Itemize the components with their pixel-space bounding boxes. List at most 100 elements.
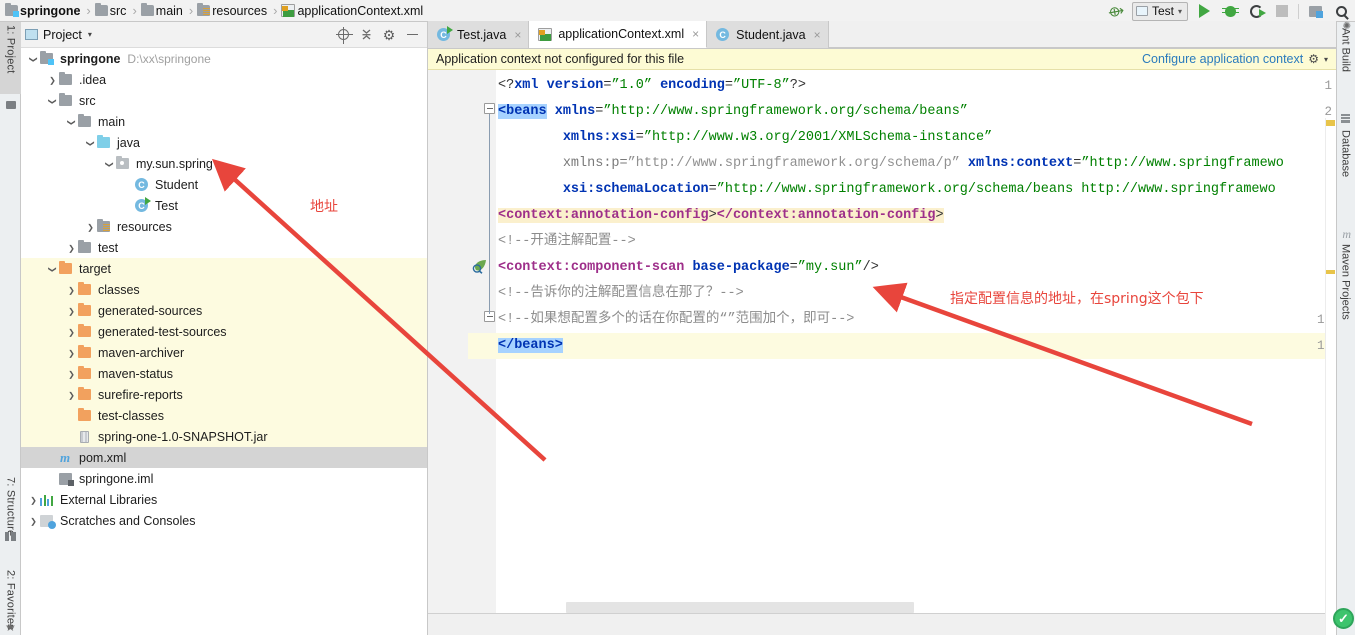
sidebar-item-project[interactable]: 1: Project — [0, 22, 21, 94]
warning-marker[interactable] — [1326, 270, 1335, 274]
code-line-2[interactable]: <beans xmlns=”http://www.springframework… — [498, 99, 968, 125]
breadcrumb-item-springone[interactable]: springone — [4, 0, 83, 22]
code-line-3[interactable]: xmlns:xsi=”http://www.w3.org/2001/XMLSch… — [498, 125, 992, 151]
configure-application-context-link[interactable]: Configure application context — [1142, 52, 1303, 66]
chevron-right-icon[interactable] — [84, 222, 97, 232]
hide-panel-icon[interactable] — [405, 28, 419, 42]
search-everywhere-button[interactable] — [1331, 2, 1351, 20]
chevron-right-icon[interactable] — [46, 75, 59, 85]
horizontal-scrollbar-thumb[interactable] — [566, 602, 914, 613]
chevron-right-icon[interactable] — [65, 327, 78, 337]
tree-node-src[interactable]: src — [21, 90, 427, 111]
tree-node-target[interactable]: target — [21, 258, 427, 279]
debug-button[interactable] — [1220, 2, 1240, 20]
runnable-class-icon: C — [437, 26, 453, 41]
tree-node-external-libraries[interactable]: External Libraries — [21, 489, 427, 510]
run-icon — [1198, 4, 1210, 18]
sidebar-item-ant-build[interactable]: Ant Build — [1336, 28, 1355, 98]
tree-node-my-sun-spring[interactable]: my.sun.spring — [21, 153, 427, 174]
horizontal-scrollbar[interactable] — [496, 602, 1336, 613]
chevron-down-icon[interactable] — [84, 138, 97, 148]
tree-node-maven-archiver[interactable]: maven-archiver — [21, 342, 427, 363]
spring-bean-icon[interactable] — [472, 259, 489, 274]
run-button[interactable] — [1194, 2, 1214, 20]
close-icon[interactable]: × — [514, 28, 521, 42]
inspection-status-badge[interactable]: ✓ — [1333, 608, 1354, 629]
code-line-9[interactable]: <!--告诉你的注解配置信息在那了？--> — [498, 281, 744, 307]
tree-node-scratches-and-consoles[interactable]: Scratches and Consoles — [21, 510, 427, 531]
build-button[interactable]: ⟴ — [1106, 1, 1126, 20]
editor-tab-test-java[interactable]: C Test.java × — [428, 21, 530, 48]
chevron-right-icon[interactable] — [65, 306, 78, 316]
notification-chevron-icon[interactable]: ▾ — [1324, 55, 1328, 64]
code-line-6[interactable]: <context:annotation-config></context:ann… — [498, 203, 944, 229]
code-line-11[interactable]: </beans> — [498, 333, 563, 359]
chevron-down-icon[interactable] — [46, 264, 59, 274]
tree-node-generated-sources[interactable]: generated-sources — [21, 300, 427, 321]
sidebar-item-maven-projects[interactable]: Maven Projects — [1336, 244, 1355, 354]
notification-gear-icon[interactable]: ⚙ — [1308, 52, 1319, 66]
tree-node-test[interactable]: C Test — [21, 195, 427, 216]
chevron-right-icon[interactable] — [27, 516, 40, 526]
sidebar-item-database[interactable]: Database — [1336, 130, 1355, 202]
tree-node-spring-one-1-0-snapshot-jar[interactable]: spring-one-1.0-SNAPSHOT.jar — [21, 426, 427, 447]
breadcrumb-item-main[interactable]: main — [140, 0, 186, 22]
tree-node-springone-iml[interactable]: springone.iml — [21, 468, 427, 489]
chevron-right-icon[interactable] — [27, 495, 40, 505]
tree-node-pom-xml[interactable]: m pom.xml — [21, 447, 427, 468]
code-line-1[interactable]: <?xml version=”1.0” encoding=”UTF-8”?> — [498, 73, 806, 99]
tree-node-test[interactable]: test — [21, 237, 427, 258]
editor-tab-student-java[interactable]: C Student.java × — [707, 21, 829, 48]
breadcrumb-item-resources[interactable]: resources — [196, 0, 270, 22]
editor-tab-applicationcontext-xml[interactable]: applicationContext.xml × — [529, 21, 708, 48]
tree-node-surefire-reports[interactable]: surefire-reports — [21, 384, 427, 405]
tree-node-java[interactable]: java — [21, 132, 427, 153]
locate-icon[interactable] — [335, 27, 353, 44]
chevron-down-icon[interactable] — [103, 159, 116, 169]
close-icon[interactable]: × — [692, 27, 699, 41]
chevron-right-icon[interactable] — [65, 390, 78, 400]
project-tree[interactable]: springone D:\xx\springone .idea srcmain java… — [21, 48, 427, 635]
chevron-down-icon[interactable] — [65, 117, 78, 127]
code-line-5[interactable]: xsi:schemaLocation=”http://www.springfra… — [498, 177, 1276, 203]
code-line-8[interactable]: <context:component-scan base-package=”my… — [498, 255, 879, 281]
run-configuration-selector[interactable]: Test ▾ — [1131, 1, 1188, 21]
chevron-right-icon[interactable] — [65, 285, 78, 295]
chevron-down-icon: ▾ — [1177, 6, 1182, 16]
run-with-coverage-button[interactable] — [1246, 2, 1266, 20]
code-editor[interactable]: 1234567891011 <?xml version=”1.0” encodi… — [428, 70, 1336, 635]
breadcrumb-item-applicationcontext[interactable]: applicationContext.xml — [280, 0, 426, 22]
tree-node-maven-status[interactable]: maven-status — [21, 363, 427, 384]
tree-node-test-classes[interactable]: test-classes — [21, 405, 427, 426]
fold-collapse-icon-line2[interactable] — [484, 103, 495, 114]
tree-node--idea[interactable]: .idea — [21, 69, 427, 90]
tree-node-classes[interactable]: classes — [21, 279, 427, 300]
tree-node-springone[interactable]: springone D:\xx\springone — [21, 48, 427, 69]
chevron-down-icon[interactable]: ▾ — [88, 30, 92, 39]
chevron-right-icon[interactable] — [65, 243, 78, 253]
tree-node-generated-test-sources[interactable]: generated-test-sources — [21, 321, 427, 342]
chevron-down-icon[interactable] — [46, 96, 59, 106]
collapse-all-icon[interactable] — [359, 28, 373, 42]
tree-node-student[interactable]: C Student — [21, 174, 427, 195]
marker-stripe[interactable] — [1325, 118, 1336, 635]
chevron-right-icon[interactable] — [65, 369, 78, 379]
chevron-down-icon[interactable] — [27, 54, 40, 64]
stop-button[interactable] — [1272, 2, 1292, 20]
close-icon[interactable]: × — [814, 28, 821, 42]
project-structure-button[interactable] — [1305, 2, 1325, 20]
chevron-right-icon[interactable] — [65, 348, 78, 358]
settings-gear-icon[interactable]: ⚙ — [382, 28, 396, 42]
code-lines[interactable]: <?xml version=”1.0” encoding=”UTF-8”?> <b… — [496, 70, 1336, 635]
code-line-7[interactable]: <!--开通注解配置--> — [498, 229, 636, 255]
tree-node-icon — [59, 472, 74, 486]
tree-node-resources[interactable]: resources — [21, 216, 427, 237]
sidebar-item-structure[interactable]: 7: Structure — [0, 474, 21, 560]
code-line-4[interactable]: xmlns:p=”http://www.springframework.org/… — [498, 151, 1284, 177]
warning-marker[interactable] — [1326, 120, 1335, 126]
code-token: <beans — [498, 104, 547, 119]
breadcrumb-item-src[interactable]: src — [94, 0, 130, 22]
tree-node-main[interactable]: main — [21, 111, 427, 132]
code-line-10[interactable]: <!--如果想配置多个的话在你配置的“”范围加个，即可--> — [498, 307, 854, 333]
project-panel-toolbar: ⚙ — [335, 27, 423, 44]
